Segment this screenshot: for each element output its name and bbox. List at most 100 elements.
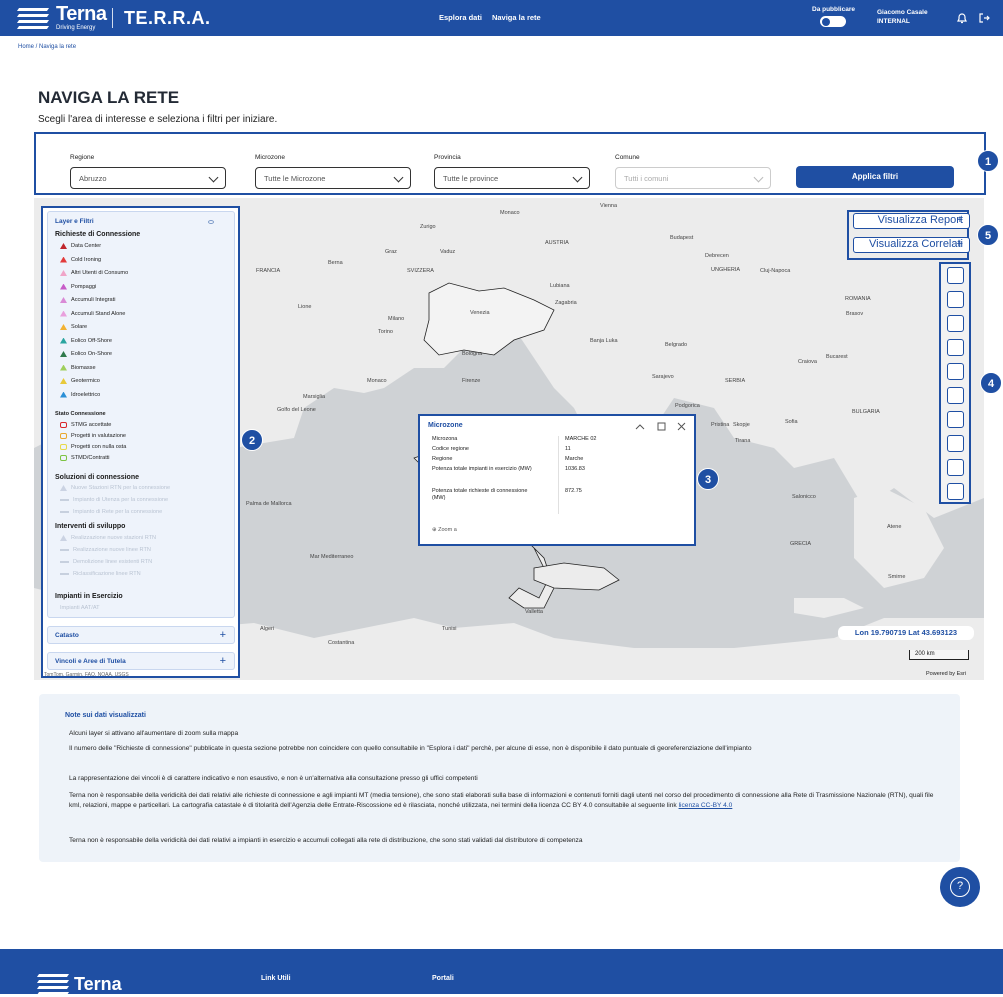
nav-esplora-dati[interactable]: Esplora dati [439,13,482,22]
layer-item[interactable]: Pompaggi [60,283,96,290]
powered-by[interactable]: Powered by Esri [926,671,966,677]
layer-item-label: Altri Utenti di Consumo [71,270,129,276]
layer-item[interactable]: Solare [60,324,87,330]
vincoli-accordion[interactable]: Vincoli e Aree di Tutela + [47,652,235,670]
layer-item[interactable]: Geotermico [60,378,100,384]
line-swatch-icon [60,561,69,563]
search-icon[interactable] [947,267,964,284]
footer-logo[interactable]: Terna [36,971,122,997]
layer-swatch-icon [60,324,67,330]
richieste-section-title[interactable]: Richieste di Connessione [55,231,140,238]
layer-item[interactable]: Altri Utenti di Consumo [60,270,128,276]
terna-logo[interactable]: Terna Driving Energy [16,4,107,31]
toggle-switch[interactable] [820,16,847,27]
help-button[interactable]: ? [940,867,980,907]
layer-item[interactable]: Eolico On-Shore [60,351,112,357]
map-label: Sarajevo [652,374,674,380]
visualizza-report-button[interactable]: Visualizza Report + [853,213,970,229]
microzone-select[interactable]: Tutte le Microzone [255,167,411,189]
image-icon[interactable] [947,435,964,452]
map-label: Monaco [367,378,387,384]
map-label: Budapest [670,235,694,241]
layer-item[interactable]: Idroelettrico [60,391,101,398]
microzone-label: Microzone [255,154,285,161]
print-icon[interactable] [947,459,964,476]
soluzioni-item[interactable]: Impianto di Utenza per la connessione [60,497,168,503]
footer-portali[interactable]: Portali [432,975,454,982]
stato-item-label: STMD/Contratti [71,455,110,461]
stato-item[interactable]: Progetti in valutazione [60,433,126,439]
map-label: Salonicco [792,494,816,500]
layer-swatch-icon [60,485,67,491]
popup-value: 872.75 [565,488,582,494]
layer-item-label: Impianto di Rete per la connessione [73,509,163,515]
layer-item[interactable]: Eolico Off-Shore [60,337,112,344]
soluzioni-item[interactable]: Nuove Stazioni RTN per la connessione [60,485,170,491]
footer-link-utili[interactable]: Link Utili [261,975,291,982]
layer-panel-title: Layer e Filtri [55,218,94,225]
breadcrumb[interactable]: Home / Naviga la rete [18,44,76,50]
trash-icon[interactable] [947,483,964,500]
chevron-down-icon [393,172,404,183]
map-label: Cluj-Napoca [760,268,791,274]
map-label: Algeri [260,626,275,632]
map-label: Bologna [462,351,483,357]
zoom-out-icon[interactable] [947,315,964,332]
bell-icon[interactable] [955,11,969,25]
interventi-item[interactable]: Demolizione linee esistenti RTN [60,559,152,565]
soluzioni-section-title[interactable]: Soluzioni di connessione [55,474,139,481]
zoom-to-link[interactable]: ⊕ Zoom a [432,527,562,534]
stato-item[interactable]: STMG accettate [60,422,111,428]
basemap-icon[interactable] [947,339,964,356]
impianti-section-title[interactable]: Impianti in Esercizio [55,593,123,600]
nav-naviga-rete[interactable]: Naviga la rete [492,13,541,22]
map-label: Golfo del Leone [277,407,316,413]
license-link[interactable]: licenza CC-BY 4.0 [679,802,733,809]
interventi-item[interactable]: Realizzazione nuove stazioni RTN [60,535,156,541]
comune-select[interactable]: Tutti i comuni [615,167,771,189]
regione-select[interactable]: Abruzzo [70,167,226,189]
map-label: GRECIA [790,541,812,547]
layer-item-label: Accumuli Stand Alone [71,310,126,317]
layer-swatch-icon [60,378,67,384]
callout-badge-1: 1 [977,150,999,172]
map-label: ROMANIA [845,296,871,302]
layer-item[interactable]: Biomasse [60,364,96,371]
popup-value: 11 [565,446,571,452]
apply-filters-button[interactable]: Applica filtri [796,166,954,188]
plus-icon: + [219,629,226,641]
stato-item[interactable]: Progetti con nulla osta [60,444,126,450]
interventi-item[interactable]: Riclassificazione linee RTN [60,571,141,577]
zoom-in-icon[interactable] [947,291,964,308]
popup-key: Potenza totale richieste di connessione … [432,488,528,502]
layer-item-label: Realizzazione nuove linee RTN [73,547,151,553]
map-label: Venezia [470,310,490,316]
layer-item[interactable]: Data Center [60,243,101,249]
impianti-item[interactable]: Impianti AAT/AT [60,605,100,611]
note-paragraph: Alcuni layer si attivano all'aumentare d… [69,730,239,737]
soluzioni-item[interactable]: Impianto di Rete per la connessione [60,509,162,515]
pencil-icon[interactable] [947,411,964,428]
layer-item[interactable]: Accumuli Integrati [60,297,115,303]
logout-icon[interactable] [977,11,991,25]
stato-item[interactable]: STMD/Contratti [60,455,110,461]
provincia-select[interactable]: Tutte le province [434,167,590,189]
layers-icon[interactable] [947,363,964,380]
map-label: Pristina [711,422,730,428]
document-icon[interactable] [947,387,964,404]
interventi-section-title[interactable]: Interventi di sviluppo [55,523,125,530]
logo-tagline: Driving Energy [56,25,96,31]
layer-item[interactable]: Cold Ironing [60,256,101,263]
publish-toggle[interactable]: Da pubblicare [812,6,855,27]
toggle-label: Da pubblicare [812,6,855,13]
catasto-accordion[interactable]: Catasto + [47,626,235,644]
map-label: Sofia [785,419,798,425]
map-label: Zurigo [420,224,436,230]
eye-icon[interactable] [208,220,214,224]
layer-item[interactable]: Accumuli Stand Alone [60,310,126,317]
popup-key: Codice regione [432,446,469,452]
visualizza-correlati-button[interactable]: Visualizza Correlati + [853,237,970,253]
user-info[interactable]: Giacomo Casale INTERNAL [877,8,928,26]
interventi-item[interactable]: Realizzazione nuove linee RTN [60,547,151,553]
layer-item-label: Idroelettrico [71,391,101,398]
